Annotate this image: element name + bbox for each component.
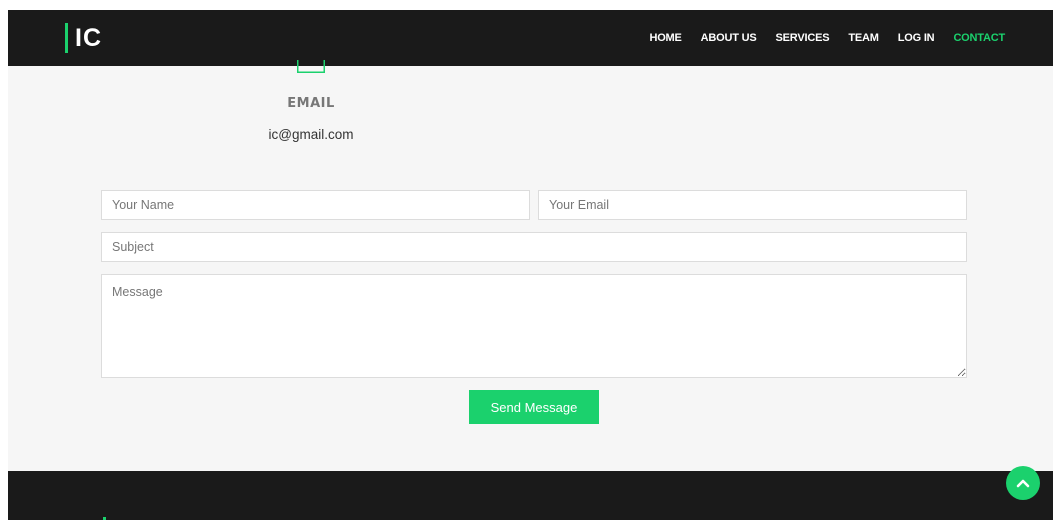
contact-email-value: ic@gmail.com bbox=[268, 127, 354, 142]
email-input[interactable] bbox=[538, 190, 967, 220]
subject-input[interactable] bbox=[101, 232, 967, 262]
message-textarea[interactable] bbox=[101, 274, 967, 378]
name-input[interactable] bbox=[101, 190, 530, 220]
nav-team[interactable]: TEAM bbox=[848, 32, 879, 44]
chevron-up-icon bbox=[1016, 479, 1030, 488]
logo[interactable]: IC bbox=[65, 22, 102, 54]
main-nav: HOME ABOUT US SERVICES TEAM LOG IN CONTA… bbox=[649, 10, 1005, 66]
nav-log-in[interactable]: LOG IN bbox=[898, 32, 935, 44]
nav-contact[interactable]: CONTACT bbox=[953, 32, 1005, 44]
nav-about-us[interactable]: ABOUT US bbox=[701, 32, 757, 44]
logo-text: IC bbox=[75, 23, 102, 52]
envelope-icon bbox=[297, 60, 325, 73]
nav-home[interactable]: HOME bbox=[649, 32, 681, 44]
footer bbox=[8, 471, 1053, 520]
back-to-top-button[interactable] bbox=[1006, 466, 1040, 500]
navbar: IC HOME ABOUT US SERVICES TEAM LOG IN CO… bbox=[8, 10, 1053, 66]
contact-email-label: EMAIL bbox=[287, 96, 335, 111]
send-message-button[interactable]: Send Message bbox=[469, 390, 599, 424]
nav-services[interactable]: SERVICES bbox=[776, 32, 830, 44]
logo-accent-bar bbox=[65, 23, 68, 53]
page: IC HOME ABOUT US SERVICES TEAM LOG IN CO… bbox=[8, 10, 1053, 520]
